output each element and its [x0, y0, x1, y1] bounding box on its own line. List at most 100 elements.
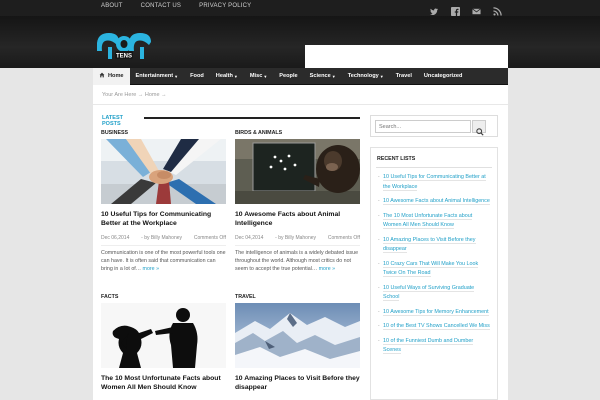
- post-card: TRAVEL 10 Amazing Places to Visit Before…: [235, 294, 362, 392]
- recent-list-item[interactable]: 10 of the Funniest Dumb and Dumber Scene…: [378, 337, 491, 356]
- recent-list-item[interactable]: 10 Useful Tips for Communicating Better …: [378, 173, 491, 192]
- nav-item-technology[interactable]: Technology ▼: [342, 68, 390, 85]
- top-links: ABOUT CONTACT US PRIVACY POLICY: [101, 3, 269, 9]
- nav-item-travel[interactable]: Travel: [390, 68, 418, 85]
- twitter-icon[interactable]: [430, 3, 439, 16]
- divider: [144, 117, 360, 119]
- recent-link[interactable]: 10 Amazing Places to Visit Before they d…: [383, 236, 476, 253]
- post-thumbnail-couple-silhouette[interactable]: [101, 303, 226, 368]
- read-more-link[interactable]: more »: [143, 266, 160, 272]
- caret-down-icon: ▼: [233, 73, 238, 79]
- nav-item-food[interactable]: Food: [184, 68, 210, 85]
- search-widget: [370, 115, 498, 137]
- nav-label: Science: [309, 73, 331, 79]
- breadcrumb: Your Are Here → Home →: [102, 92, 167, 98]
- post-card: FACTS The 10 Most Unfortunate Facts abou…: [101, 294, 228, 392]
- nav-label: Travel: [395, 73, 412, 79]
- post-category[interactable]: BUSINESS: [101, 130, 228, 136]
- caret-down-icon: ▼: [263, 73, 268, 79]
- caret-down-icon: ▼: [331, 73, 336, 79]
- recent-list-item[interactable]: 10 Useful Ways of Surviving Graduate Sch…: [378, 284, 491, 303]
- nav-item-health[interactable]: Health ▼: [210, 68, 244, 85]
- search-input[interactable]: [375, 120, 471, 133]
- recent-list-item[interactable]: 10 Amazing Places to Visit Before they d…: [378, 236, 491, 255]
- post-date: Dec 06,2014: [101, 235, 130, 241]
- nav-label: Health: [215, 73, 233, 79]
- nav-label: Entertainment: [135, 73, 174, 79]
- recent-list-item[interactable]: 10 Awesome Facts about Animal Intelligen…: [378, 197, 491, 207]
- home-icon: [99, 72, 105, 80]
- recent-list-item[interactable]: 10 Crazy Cars That Will Make You Look Tw…: [378, 260, 491, 279]
- post-excerpt: The intelligence of animals is a widely …: [235, 249, 360, 273]
- post-title[interactable]: 10 Useful Tips for Communicating Better …: [101, 210, 228, 228]
- privacy-policy-link[interactable]: PRIVACY POLICY: [199, 3, 251, 9]
- post-excerpt: Communication is one of the most powerfu…: [101, 249, 226, 273]
- logo-text: TENS: [116, 54, 132, 60]
- nav-item-home[interactable]: Home: [93, 67, 130, 85]
- post-card: BUSINESS 10 Useful Tips for Communicatin…: [101, 130, 228, 273]
- caret-down-icon: ▼: [379, 73, 384, 79]
- search-icon: [476, 123, 484, 141]
- nav-label: Technology: [347, 73, 379, 79]
- nav-item-entertainment[interactable]: Entertainment ▼: [130, 68, 185, 85]
- recent-list-item[interactable]: 10 of the Best TV Shows Cancelled We Mis…: [378, 322, 491, 332]
- site-header: TENS: [0, 16, 600, 71]
- recent-link[interactable]: 10 Awesome Facts about Animal Intelligen…: [383, 198, 490, 205]
- recent-list-item[interactable]: The 10 Most Unfortunate Facts about Wome…: [378, 212, 491, 231]
- post-title[interactable]: 10 Amazing Places to Visit Before they d…: [235, 374, 362, 392]
- excerpt-text: Communication is one of the most powerfu…: [101, 250, 226, 272]
- recent-link[interactable]: 10 Crazy Cars That Will Make You Look Tw…: [383, 260, 479, 277]
- latest-posts-heading: LATEST POSTS: [102, 115, 123, 127]
- social-icons: [430, 3, 502, 16]
- facebook-icon[interactable]: [451, 3, 460, 16]
- about-link[interactable]: ABOUT: [101, 3, 123, 9]
- recent-link[interactable]: 10 Awesome Tips for Memory Enhancement: [383, 308, 489, 316]
- recent-lists-widget: RECENT LISTS 10 Useful Tips for Communic…: [370, 147, 498, 400]
- post-category[interactable]: TRAVEL: [235, 294, 362, 300]
- recent-link[interactable]: 10 of the Best TV Shows Cancelled We Mis…: [383, 323, 490, 330]
- post-thumbnail-snowy-mountains[interactable]: [235, 303, 360, 368]
- read-more-link[interactable]: more »: [319, 266, 336, 272]
- nav-label: Food: [190, 73, 204, 79]
- post-category[interactable]: BIRDS & ANIMALS: [235, 130, 362, 136]
- recent-link[interactable]: 10 Useful Tips for Communicating Better …: [383, 174, 486, 191]
- post-title[interactable]: 10 Awesome Facts about Animal Intelligen…: [235, 210, 362, 228]
- main-nav: Home Entertainment ▼ Food Health ▼ Misc ▼ P…: [93, 67, 508, 85]
- post-category[interactable]: FACTS: [101, 294, 228, 300]
- post-meta: Dec 04,2014 - by Billy Mahoney Comments …: [235, 235, 360, 241]
- divider: [93, 104, 508, 105]
- post-comments: Comments Off: [193, 235, 226, 241]
- nav-item-misc[interactable]: Misc ▼: [244, 68, 273, 85]
- search-button[interactable]: [472, 120, 486, 136]
- recent-link[interactable]: 10 of the Funniest Dumb and Dumber Scene…: [383, 337, 474, 354]
- top-bar: ABOUT CONTACT US PRIVACY POLICY: [0, 0, 600, 16]
- nav-label: Misc: [249, 73, 263, 79]
- post-date: Dec 04,2014: [235, 235, 264, 241]
- recent-link[interactable]: 10 Useful Ways of Surviving Graduate Sch…: [383, 284, 475, 301]
- contact-link[interactable]: CONTACT US: [141, 3, 181, 9]
- caret-down-icon: ▼: [174, 73, 179, 79]
- post-author[interactable]: - by Billy Mahoney: [275, 235, 316, 241]
- nav-label: Home: [108, 73, 124, 79]
- nav-item-science[interactable]: Science ▼: [304, 68, 342, 85]
- email-icon[interactable]: [472, 3, 481, 15]
- post-card: BIRDS & ANIMALS 10 Awesome Facts about A…: [235, 130, 362, 273]
- rss-icon[interactable]: [493, 3, 502, 16]
- divider: [235, 245, 360, 246]
- widget-title: RECENT LISTS: [377, 156, 416, 162]
- recent-list: 10 Useful Tips for Communicating Better …: [371, 168, 497, 356]
- post-comments: Comments Off: [327, 235, 360, 241]
- nav-item-people[interactable]: People: [273, 68, 303, 85]
- nav-label: Uncategorized: [423, 73, 463, 79]
- post-thumbnail-chimpanzee[interactable]: [235, 139, 360, 204]
- nav-item-uncategorized[interactable]: Uncategorized: [418, 68, 469, 85]
- excerpt-text: The intelligence of animals is a widely …: [235, 250, 359, 272]
- post-meta: Dec 06,2014 - by Billy Mahoney Comments …: [101, 235, 226, 241]
- recent-link[interactable]: The 10 Most Unfortunate Facts about Wome…: [383, 212, 473, 229]
- recent-list-item[interactable]: 10 Awesome Tips for Memory Enhancement: [378, 308, 491, 318]
- site-logo[interactable]: TENS: [95, 29, 153, 63]
- nav-label: People: [279, 73, 298, 79]
- post-title[interactable]: The 10 Most Unfortunate Facts about Wome…: [101, 374, 228, 392]
- post-thumbnail-hands[interactable]: [101, 139, 226, 204]
- post-author[interactable]: - by Billy Mahoney: [141, 235, 182, 241]
